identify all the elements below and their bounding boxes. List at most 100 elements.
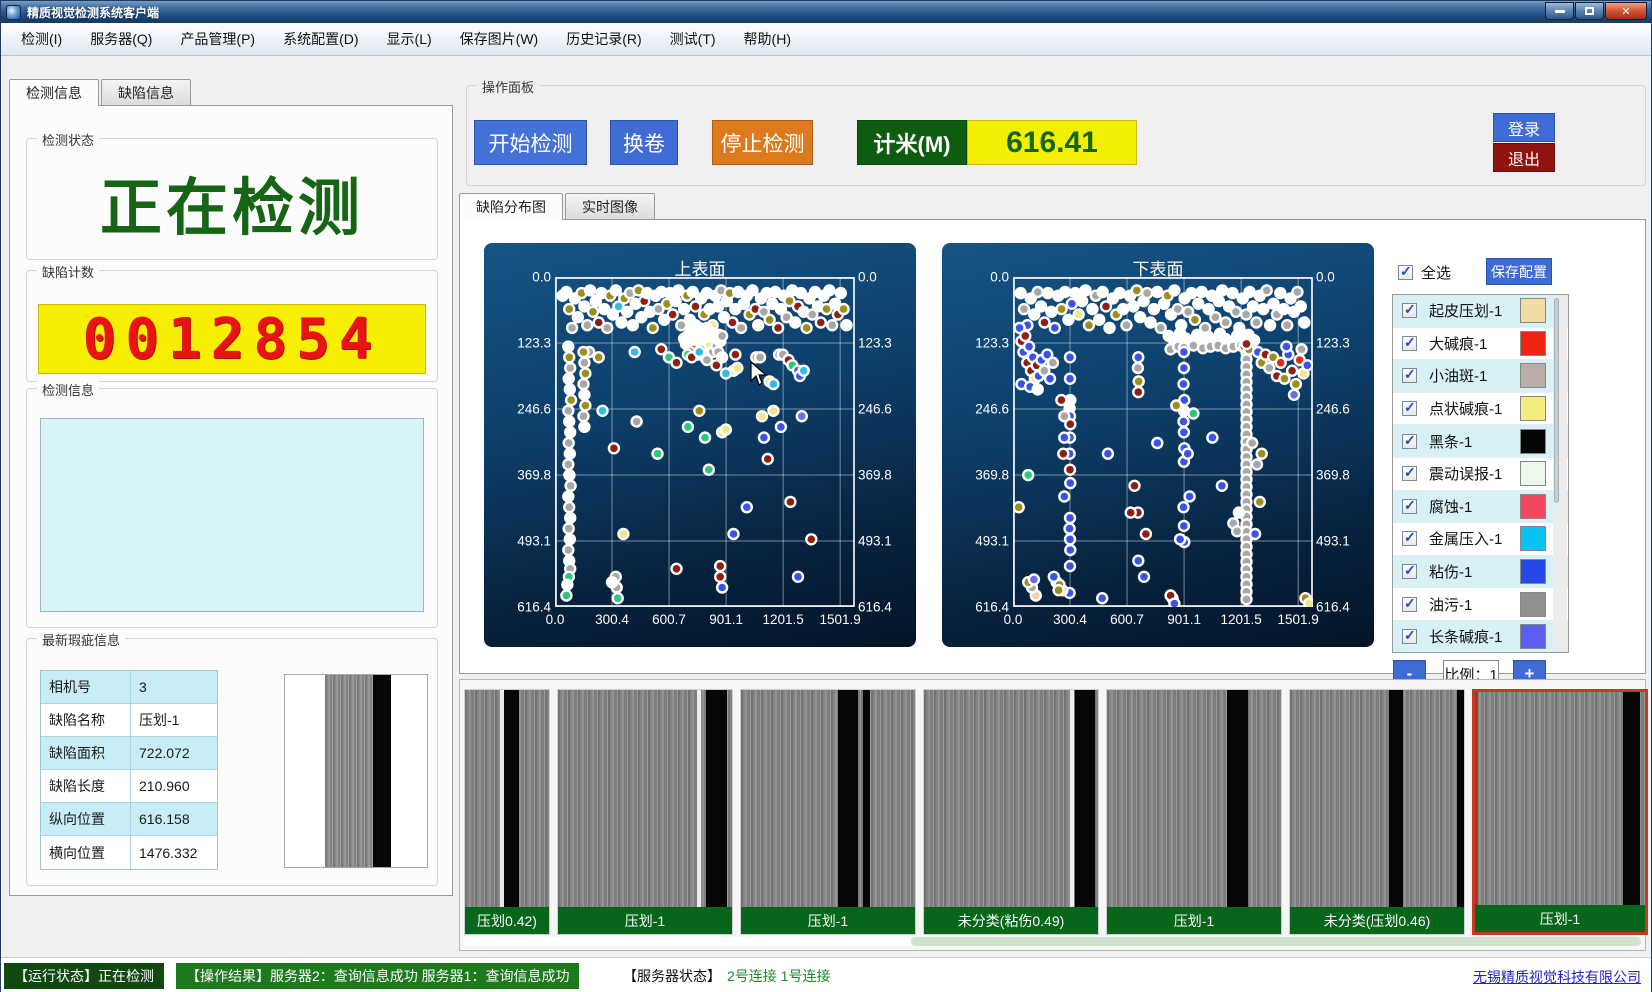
server-status-label: 【服务器状态】	[623, 966, 721, 986]
legend-item[interactable]: 小油斑-1	[1393, 360, 1568, 393]
title-bar[interactable]: 精质视觉检测系统客户端 ✕	[1, 1, 1651, 23]
checkbox-icon[interactable]	[1402, 629, 1417, 644]
thumbnail-item[interactable]: 未分类(粘伤0.49)	[923, 689, 1099, 935]
x-tick-label: 300.4	[595, 612, 629, 627]
legend-item[interactable]: 长条碱痕-1	[1393, 621, 1568, 653]
legend-item[interactable]: 粘伤-1	[1393, 556, 1568, 589]
thumbnail-label: 压划-1	[1107, 907, 1281, 934]
legend-item[interactable]: 黑条-1	[1393, 425, 1568, 458]
x-tick-label: 1501.9	[820, 612, 861, 627]
menu-item[interactable]: 产品管理(P)	[166, 22, 269, 56]
scatter-plot[interactable]	[1013, 277, 1313, 607]
thumbnail-item[interactable]: 压划0.42)	[464, 689, 550, 935]
tab-defect-distribution[interactable]: 缺陷分布图	[459, 193, 563, 220]
thumbnail-item[interactable]: 未分类(压划0.46)	[1289, 689, 1465, 935]
tab-detect-info[interactable]: 检测信息	[9, 79, 99, 106]
defect-field-value: 210.960	[131, 770, 217, 803]
defect-field-label: 缺陷名称	[41, 704, 131, 737]
chart-top-surface: 上表面 0.0123.3246.6369.8493.1616.4 0.0123.…	[484, 243, 916, 647]
legend-color-swatch	[1520, 298, 1546, 323]
change-roll-button[interactable]: 换卷	[610, 120, 678, 165]
thumbnail-item[interactable]: 压划-1	[557, 689, 733, 935]
defect-field-value: 722.072	[131, 737, 217, 770]
menu-item[interactable]: 检测(I)	[7, 22, 76, 56]
defect-field-value: 616.158	[131, 803, 217, 836]
checkbox-icon[interactable]	[1402, 336, 1417, 351]
tab-defect-info[interactable]: 缺陷信息	[101, 79, 191, 105]
menu-item[interactable]: 系统配置(D)	[269, 22, 372, 56]
thumbnail-label: 未分类(压划0.46)	[1290, 907, 1464, 934]
legend-item[interactable]: 点状碱痕-1	[1393, 393, 1568, 426]
checkbox-icon[interactable]	[1402, 597, 1417, 612]
logout-button[interactable]: 退出	[1493, 143, 1555, 172]
save-config-button[interactable]: 保存配置	[1486, 258, 1552, 285]
menu-item[interactable]: 保存图片(W)	[446, 22, 553, 56]
scatter-plot[interactable]	[555, 277, 855, 607]
legend-item[interactable]: 大碱痕-1	[1393, 328, 1568, 361]
checkbox-icon[interactable]	[1402, 466, 1417, 481]
close-button[interactable]: ✕	[1605, 2, 1647, 20]
thumbnail-item[interactable]: 压划-1	[1472, 689, 1648, 935]
thumbnail-stripe	[863, 690, 870, 908]
menu-item[interactable]: 测试(T)	[656, 22, 730, 56]
thumbnail-label: 压划-1	[741, 907, 915, 934]
checkbox-icon[interactable]	[1402, 531, 1417, 546]
mouse-cursor	[750, 361, 768, 387]
thumbnail-stripe	[1457, 690, 1464, 908]
checkbox-icon[interactable]	[1402, 499, 1417, 514]
thumbnail-image	[465, 690, 549, 908]
thumbnail-scrollbar[interactable]	[464, 937, 1641, 946]
checkbox-icon[interactable]	[1402, 564, 1417, 579]
defect-field-label: 相机号	[41, 671, 131, 704]
thumbnail-stripe	[500, 690, 503, 908]
defect-stripe	[373, 675, 391, 867]
menu-item[interactable]: 历史记录(R)	[552, 22, 655, 56]
x-tick-label: 1201.5	[762, 612, 803, 627]
thumbnail-stripe	[1475, 692, 1478, 906]
detect-info-page: 检测状态 正在检测 缺陷计数 0012854 检测信息 最新瑕疵信息 相机号3缺…	[9, 105, 453, 896]
y-tick-label: 246.6	[1316, 402, 1350, 417]
menu-item[interactable]: 服务器(Q)	[76, 22, 166, 56]
y-tick-label: 0.0	[858, 270, 877, 285]
checkbox-icon[interactable]	[1402, 434, 1417, 449]
menu-item[interactable]: 帮助(H)	[730, 22, 805, 56]
legend-item-label: 长条碱痕-1	[1429, 626, 1502, 647]
login-button[interactable]: 登录	[1493, 113, 1555, 142]
thumbnail-stripe	[504, 690, 518, 908]
legend-item-label: 油污-1	[1429, 594, 1472, 615]
menu-item[interactable]: 显示(L)	[373, 22, 446, 56]
y-tick-label: 246.6	[517, 402, 551, 417]
thumbnail-item[interactable]: 压划-1	[1106, 689, 1282, 935]
thumbnail-stripe	[838, 690, 857, 908]
checkbox-icon[interactable]	[1402, 401, 1417, 416]
company-link[interactable]: 无锡精质视觉科技有限公司	[1473, 967, 1641, 987]
thumbnail-stripe	[1075, 690, 1094, 908]
stop-detect-button[interactable]: 停止检测	[712, 120, 813, 165]
legend-item[interactable]: 起皮压划-1	[1393, 295, 1568, 328]
legend-color-swatch	[1520, 494, 1546, 519]
defect-table-row: 纵向位置616.158	[41, 803, 217, 836]
select-all-checkbox[interactable]	[1398, 265, 1413, 280]
legend-scrollbar[interactable]	[1553, 296, 1567, 651]
checkbox-icon[interactable]	[1402, 368, 1417, 383]
legend-item-label: 粘伤-1	[1429, 561, 1472, 582]
app-icon	[6, 5, 21, 20]
run-status-badge: 【运行状态】正在检测	[4, 963, 164, 989]
metal-texture	[325, 675, 373, 867]
legend-item[interactable]: 金属压入-1	[1393, 523, 1568, 556]
thumbnail-item[interactable]: 压划-1	[740, 689, 916, 935]
legend-item[interactable]: 腐蚀-1	[1393, 491, 1568, 524]
detect-info-textarea[interactable]	[40, 418, 424, 612]
tab-realtime-image[interactable]: 实时图像	[565, 193, 655, 219]
start-detect-button[interactable]: 开始检测	[474, 120, 587, 165]
checkbox-icon[interactable]	[1402, 303, 1417, 318]
maximize-button[interactable]	[1575, 2, 1604, 20]
defect-field-value: 3	[131, 671, 217, 704]
minimize-button[interactable]	[1545, 2, 1574, 20]
thumbnail-stripe	[706, 690, 727, 908]
legend-item[interactable]: 油污-1	[1393, 588, 1568, 621]
y-tick-label: 369.8	[517, 467, 551, 482]
latest-defect-table: 相机号3缺陷名称压划-1缺陷面积722.072缺陷长度210.960纵向位置61…	[40, 670, 218, 870]
thumbnail-stripe	[1227, 690, 1248, 908]
legend-item[interactable]: 震动误报-1	[1393, 458, 1568, 491]
